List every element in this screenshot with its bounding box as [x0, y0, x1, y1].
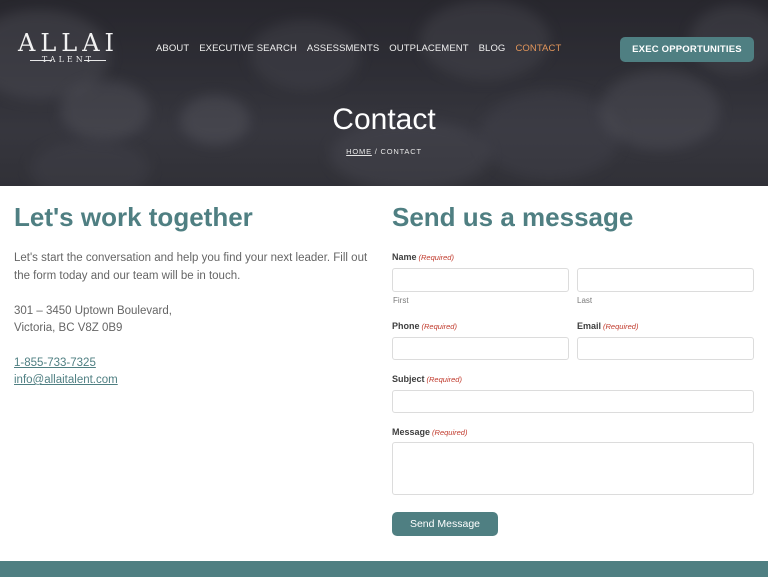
nav-contact[interactable]: CONTACT: [515, 43, 561, 55]
nav-about[interactable]: ABOUT: [156, 43, 189, 55]
phone-input[interactable]: [392, 337, 569, 360]
subject-input[interactable]: [392, 390, 754, 413]
required-indicator: (Required): [421, 322, 457, 331]
phone-label-text: Phone: [392, 321, 420, 331]
message-label-text: Message: [392, 427, 431, 437]
required-indicator: (Required): [432, 428, 468, 437]
required-indicator: (Required): [603, 322, 639, 331]
breadcrumb-home-link[interactable]: HOME: [346, 147, 372, 156]
exec-opportunities-button[interactable]: EXEC OPPORTUNITIES: [620, 37, 754, 62]
last-name-input[interactable]: [577, 268, 754, 292]
page-title: Contact: [332, 103, 436, 136]
footer-bar: [0, 561, 768, 577]
send-message-heading: Send us a message: [392, 202, 634, 232]
email-label-text: Email: [577, 321, 602, 331]
message-textarea[interactable]: [392, 442, 754, 495]
first-sublabel: First: [393, 296, 409, 305]
email-input[interactable]: [577, 337, 754, 360]
hero-banner: ALLAI TALENT ABOUT EXECUTIVE SEARCH ASSE…: [0, 0, 768, 186]
last-sublabel: Last: [577, 296, 593, 305]
intro-text: Let's start the conversation and help yo…: [14, 252, 368, 282]
name-label-text: Name: [392, 252, 417, 262]
email-link[interactable]: info@allaitalent.com: [14, 372, 118, 388]
nav-executive-search[interactable]: EXECUTIVE SEARCH: [199, 43, 297, 55]
work-together-heading: Let's work together: [14, 202, 253, 232]
name-label: Name (Required): [392, 251, 454, 264]
breadcrumb: HOME / CONTACT: [0, 147, 768, 157]
main-nav: ABOUT EXECUTIVE SEARCH ASSESSMENTS OUTPL…: [156, 43, 571, 55]
phone-label: Phone (Required): [392, 320, 457, 333]
address-line-1: 301 – 3450 Uptown Boulevard,: [14, 305, 172, 317]
required-indicator: (Required): [426, 375, 462, 384]
logo-rule-right: [84, 60, 106, 61]
message-label: Message (Required): [392, 426, 467, 439]
first-name-input[interactable]: [392, 268, 569, 292]
address-line-2: Victoria, BC V8Z 0B9: [14, 322, 123, 334]
required-indicator: (Required): [418, 253, 454, 262]
subject-label-text: Subject: [392, 374, 425, 384]
send-message-button[interactable]: Send Message: [392, 512, 498, 536]
allai-talent-logo[interactable]: ALLAI TALENT: [18, 30, 118, 66]
subject-label: Subject (Required): [392, 373, 462, 386]
breadcrumb-current: CONTACT: [380, 147, 422, 156]
nav-blog[interactable]: BLOG: [479, 43, 506, 55]
nav-assessments[interactable]: ASSESSMENTS: [307, 43, 379, 55]
email-label: Email (Required): [577, 320, 638, 333]
phone-link[interactable]: 1-855-733-7325: [14, 355, 96, 371]
breadcrumb-separator: /: [371, 147, 381, 156]
logo-wordmark: ALLAI: [18, 29, 120, 57]
nav-outplacement[interactable]: OUTPLACEMENT: [389, 43, 468, 55]
